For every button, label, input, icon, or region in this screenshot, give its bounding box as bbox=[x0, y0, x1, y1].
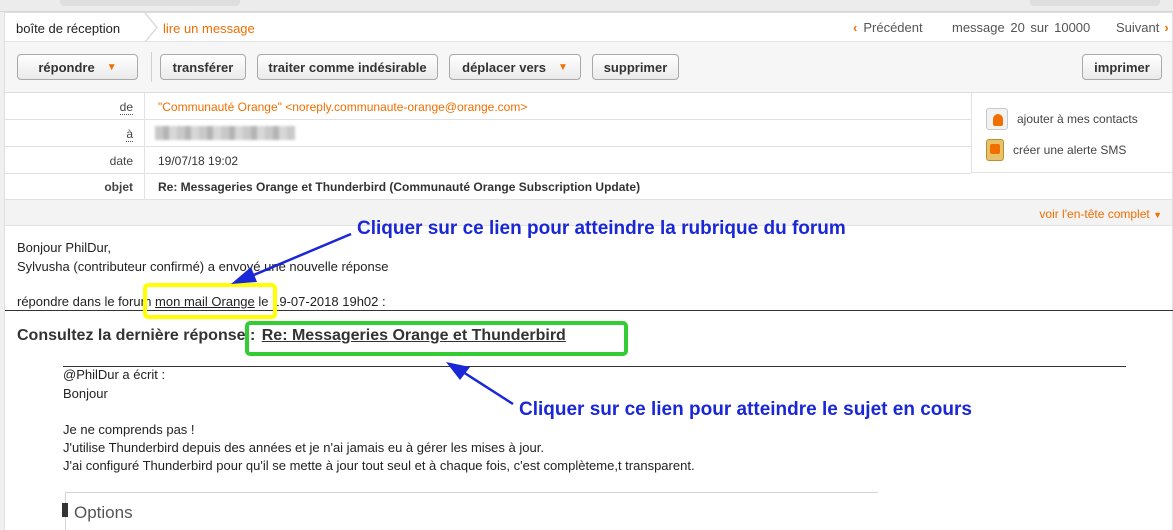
previous-label: Précédent bbox=[863, 20, 923, 35]
date-label: date bbox=[5, 147, 145, 173]
full-header-link[interactable]: voir l'en-tête complet ▼ bbox=[1039, 207, 1162, 221]
to-value-redacted bbox=[155, 126, 295, 140]
header-row-from: de "Communauté Orange" <noreply.communau… bbox=[5, 93, 971, 120]
message-body: Bonjour PhilDur, Sylvusha (contributeur … bbox=[4, 218, 1173, 530]
sms-icon bbox=[986, 139, 1004, 161]
subject-label: objet bbox=[5, 173, 145, 199]
breadcrumb: boîte de réception lire un message ‹ Préc… bbox=[4, 12, 1173, 42]
previous-message-link[interactable]: ‹ Précédent bbox=[853, 20, 923, 35]
caret-down-icon: ▼ bbox=[106, 61, 117, 73]
message-counter: message 20 sur 10000 bbox=[952, 20, 1091, 35]
header-row-to: à bbox=[5, 120, 971, 147]
next-label: Suivant bbox=[1116, 20, 1160, 35]
print-button[interactable]: imprimer bbox=[1082, 54, 1162, 80]
add-contact-link[interactable]: ajouter à mes contacts bbox=[986, 108, 1138, 130]
caret-down-icon: ▼ bbox=[557, 61, 568, 73]
tab-stub bbox=[60, 0, 240, 6]
move-to-button[interactable]: déplacer vers ▼ bbox=[449, 54, 581, 80]
header-row-subject: objet Re: Messageries Orange et Thunderb… bbox=[5, 173, 1172, 200]
add-contact-label: ajouter à mes contacts bbox=[1017, 112, 1138, 126]
full-header-label: voir l'en-tête complet bbox=[1039, 207, 1150, 221]
toolbar-divider bbox=[151, 52, 152, 82]
from-label-text: de bbox=[119, 100, 133, 115]
sms-alert-label: créer une alerte SMS bbox=[1013, 143, 1127, 157]
message-toolbar: répondre ▼ transférer traiter comme indé… bbox=[4, 42, 1173, 92]
message-headers: de "Communauté Orange" <noreply.communau… bbox=[4, 92, 1173, 200]
chevron-right-icon: › bbox=[1164, 20, 1169, 35]
top-strip bbox=[0, 0, 1173, 12]
header-side-actions: ajouter à mes contacts créer une alerte … bbox=[971, 93, 1172, 173]
chevron-down-icon: ▼ bbox=[1153, 210, 1162, 220]
reply-label: répondre bbox=[38, 59, 95, 75]
tab-stub bbox=[1030, 0, 1160, 6]
from-label: de bbox=[5, 93, 145, 119]
reply-button[interactable]: répondre ▼ bbox=[17, 54, 138, 80]
to-label: à bbox=[5, 120, 145, 146]
move-to-label: déplacer vers bbox=[462, 59, 546, 75]
subject-value: Re: Messageries Orange et Thunderbird (C… bbox=[158, 180, 641, 194]
to-label-text: à bbox=[126, 127, 133, 142]
breadcrumb-separator-icon bbox=[144, 13, 158, 42]
next-message-link[interactable]: Suivant › bbox=[1116, 20, 1169, 35]
mark-spam-button[interactable]: traiter comme indésirable bbox=[257, 54, 438, 80]
sms-alert-link[interactable]: créer une alerte SMS bbox=[986, 139, 1126, 161]
breadcrumb-current: lire un message bbox=[163, 21, 255, 36]
header-row-date: date 19/07/18 19:02 bbox=[5, 147, 971, 174]
arrow-to-forum-icon bbox=[231, 232, 352, 284]
delete-button[interactable]: supprimer bbox=[592, 54, 679, 80]
annotation-arrows bbox=[231, 232, 514, 406]
date-value: 19/07/18 19:02 bbox=[158, 154, 239, 168]
from-value[interactable]: "Communauté Orange" <noreply.communaute-… bbox=[158, 100, 527, 114]
arrow-to-topic-icon bbox=[446, 362, 514, 406]
forward-button[interactable]: transférer bbox=[160, 54, 246, 80]
chevron-left-icon: ‹ bbox=[853, 20, 858, 35]
breadcrumb-inbox-link[interactable]: boîte de réception bbox=[16, 21, 120, 36]
contact-icon bbox=[986, 108, 1008, 130]
